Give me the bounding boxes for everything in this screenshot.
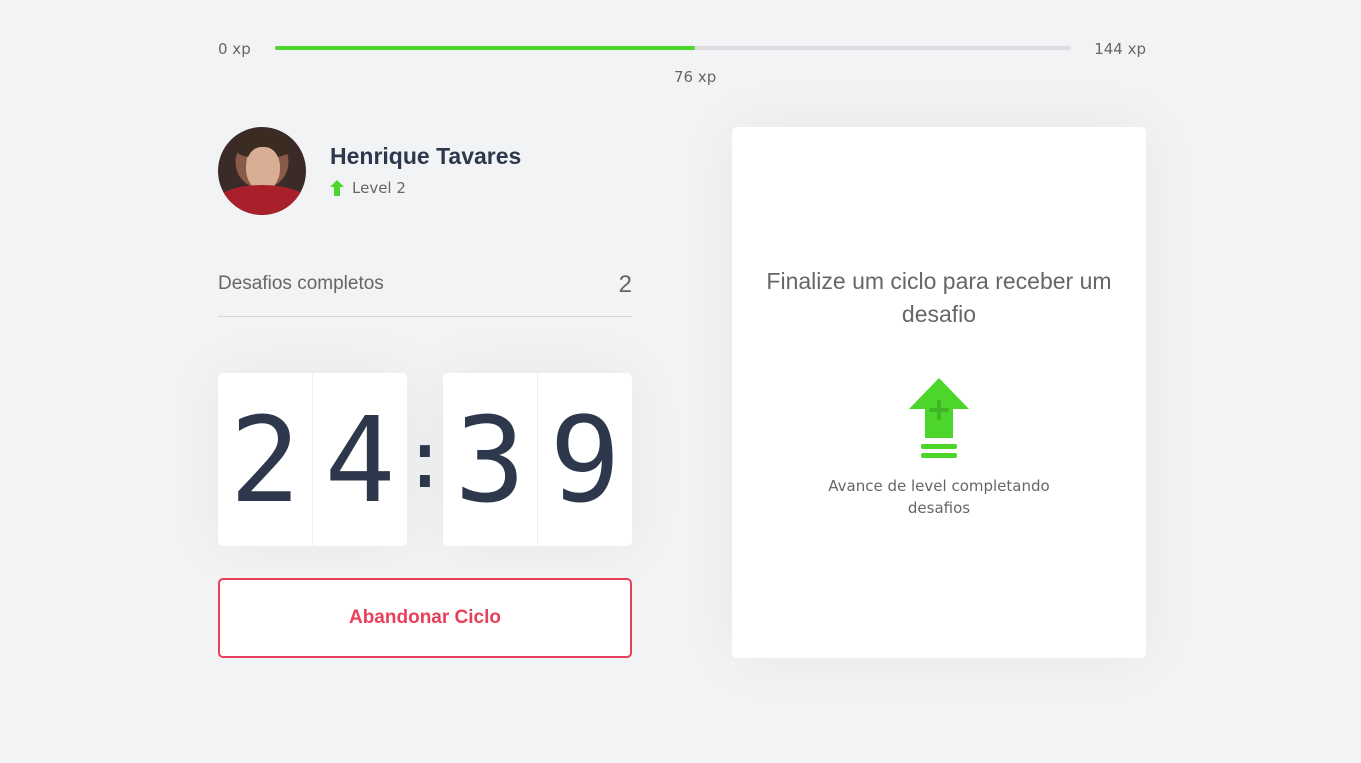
xp-min-label: 0 xp (218, 40, 251, 58)
minutes-display: 2 4 (218, 373, 407, 546)
second-ones-digit: 9 (549, 390, 621, 529)
abandon-cycle-button[interactable]: Abandonar Ciclo (218, 578, 632, 658)
level-up-icon (909, 378, 969, 458)
countdown: 2 4 : 3 9 (218, 373, 632, 546)
challenge-box: Finalize um ciclo para receber um desafi… (732, 127, 1146, 658)
countdown-separator: : (400, 413, 450, 506)
profile: Henrique Tavares Level 2 (218, 127, 632, 217)
minute-ones-digit: 4 (324, 390, 396, 529)
completed-challenges: Desafios completos 2 (218, 260, 632, 317)
completed-challenges-count: 2 (618, 271, 632, 298)
completed-challenges-label: Desafios completos (218, 273, 384, 294)
level-up-icon (330, 180, 344, 196)
challenge-box-title: Finalize um ciclo para receber um desafi… (766, 268, 1112, 327)
experience-bar: 0 xp 76 xp 144 xp (218, 38, 1146, 86)
profile-name: Henrique Tavares (330, 143, 522, 169)
level: Level 2 (330, 179, 406, 197)
xp-track: 76 xp (275, 46, 1071, 86)
challenge-box-description: Avance de level completando desafios (828, 477, 1050, 517)
xp-max-label: 144 xp (1094, 40, 1146, 58)
xp-current-label: 76 xp (673, 68, 717, 86)
xp-fill (275, 46, 696, 50)
seconds-display: 3 9 (443, 373, 632, 546)
level-label: Level 2 (352, 179, 406, 197)
minute-tens-digit: 2 (218, 373, 313, 546)
second-tens-digit: 3 (443, 373, 538, 546)
avatar (218, 127, 306, 215)
